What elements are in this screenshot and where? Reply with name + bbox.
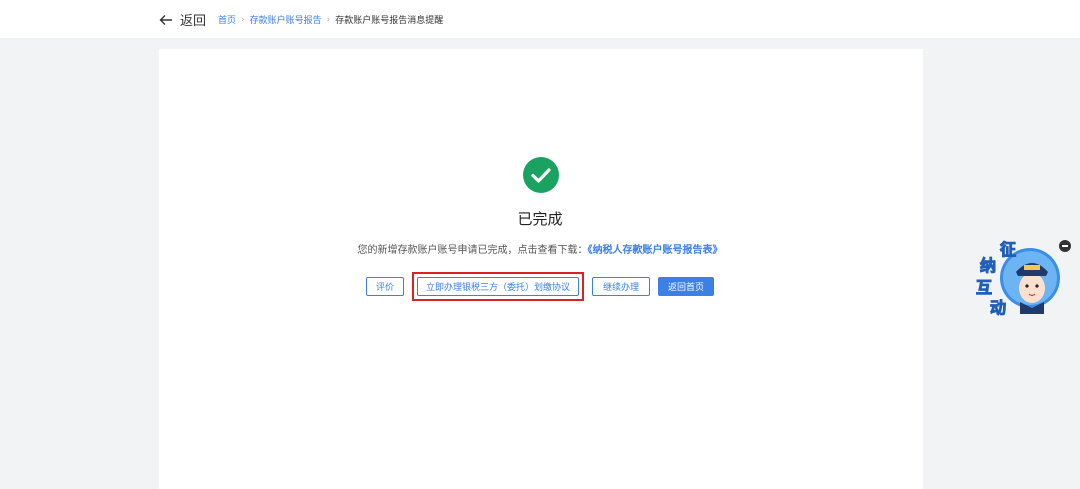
close-widget-icon[interactable] [1059, 240, 1071, 252]
action-bar: 评价 立即办理银税三方（委托）划缴协议 继续办理 返回首页 [0, 272, 1080, 301]
message-text: 您的新增存款账户账号申请已完成，点击查看下载： [357, 245, 588, 256]
breadcrumb-account-report[interactable]: 存款账户账号报告 [250, 13, 322, 26]
status-title: 已完成 [517, 210, 563, 228]
result-card [159, 49, 923, 489]
breadcrumb-home[interactable]: 首页 [218, 13, 236, 26]
chevron-right-icon: › [241, 14, 245, 25]
continue-button[interactable]: 继续办理 [592, 277, 650, 296]
chevron-right-icon: › [326, 14, 331, 25]
widget-char-4: 动 [989, 298, 1007, 318]
widget-char-2: 纳 [979, 256, 997, 276]
back-label: 返回 [180, 14, 207, 29]
result-message: 您的新增存款账户账号申请已完成，点击查看下载：《纳税人存款账户账号报告表》 [0, 241, 1080, 256]
highlight-frame: 立即办理银税三方（委托）划缴协议 [412, 272, 584, 301]
download-report-link[interactable]: 《纳税人存款账户账号报告表》 [588, 245, 723, 256]
tripartite-agreement-button[interactable]: 立即办理银税三方（委托）划缴协议 [417, 277, 579, 296]
widget-char-1: 征 [999, 240, 1017, 260]
interaction-widget[interactable]: 征 纳 互 动 [974, 236, 1070, 320]
breadcrumb-current: 存款账户账号报告消息提醒 [335, 16, 444, 26]
breadcrumb: 首页 › 存款账户账号报告 › 存款账户账号报告消息提醒 [218, 13, 444, 27]
top-bar: 返回 首页 › 存款账户账号报告 › 存款账户账号报告消息提醒 [0, 0, 1080, 38]
evaluate-button[interactable]: 评价 [366, 277, 404, 296]
check-circle-icon [523, 157, 559, 193]
back-button[interactable]: 返回 [158, 10, 206, 29]
return-home-button[interactable]: 返回首页 [658, 277, 714, 296]
arrow-left-icon [159, 14, 172, 25]
